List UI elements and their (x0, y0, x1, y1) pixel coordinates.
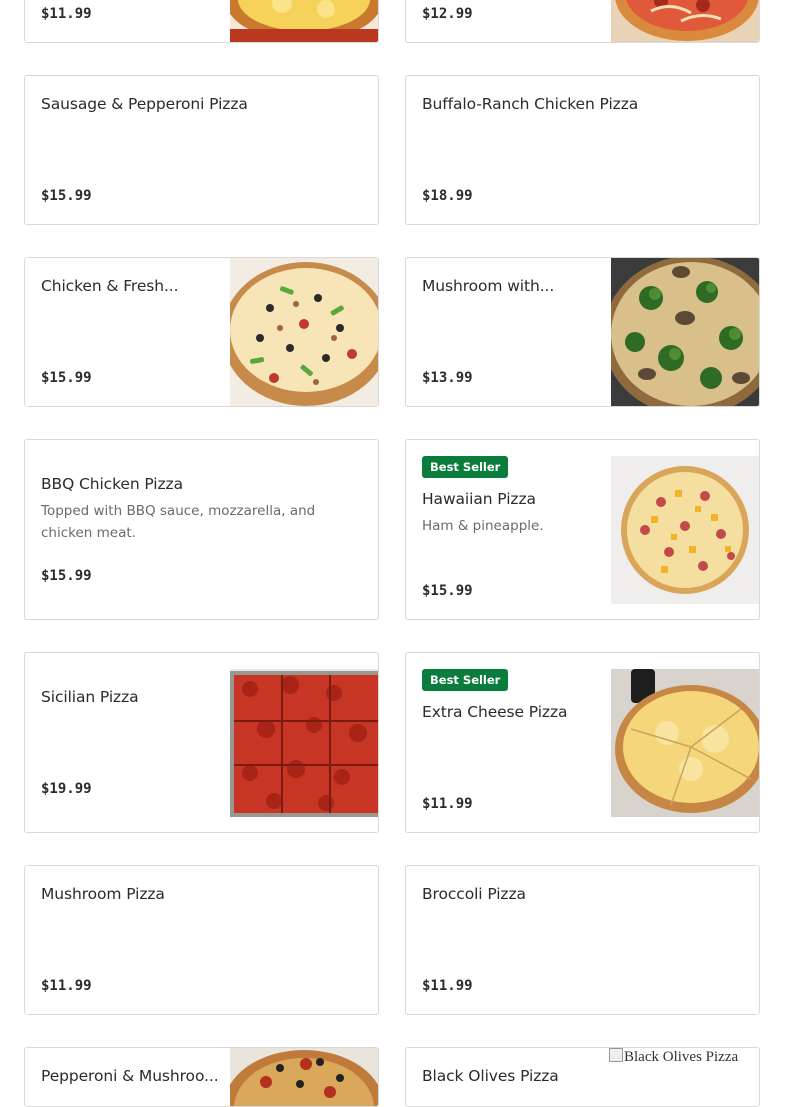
item-name: Buffalo-Ranch Chicken Pizza (422, 95, 639, 113)
item-price: $15.99 (41, 188, 92, 204)
item-name: Mushroom Pizza (41, 885, 165, 903)
item-description: Topped with BBQ sauce, mozzarella, and c… (41, 503, 316, 541)
item-name: Pepperoni & Mushroo... (41, 1067, 219, 1085)
item-price: $18.99 (422, 188, 473, 204)
item-description: Ham & pineapple. (422, 518, 544, 534)
menu-item-card[interactable]: Chicken & Fresh... $15.99 (24, 257, 379, 407)
pizza-image (611, 456, 759, 604)
best-seller-badge: Best Seller (422, 669, 509, 691)
menu-item-card[interactable]: Mushroom Pizza $11.99 (24, 865, 379, 1015)
menu-item-card[interactable]: Best Seller Hawaiian Pizza Ham & pineapp… (405, 439, 760, 620)
item-price: $11.99 (422, 796, 473, 812)
item-name: BBQ Chicken Pizza (41, 475, 183, 493)
item-price: $15.99 (41, 568, 92, 584)
item-price: $11.99 (41, 978, 92, 994)
pizza-image (611, 669, 759, 817)
pizza-image (611, 258, 759, 406)
item-name: Sausage & Pepperoni Pizza (41, 95, 248, 113)
menu-item-card[interactable]: $12.99 (405, 0, 760, 43)
menu-item-card[interactable]: BBQ Chicken Pizza Topped with BBQ sauce,… (24, 439, 379, 620)
pizza-image (230, 0, 378, 42)
pizza-image (230, 669, 378, 817)
item-price: $11.99 (422, 978, 473, 994)
best-seller-badge: Best Seller (422, 456, 509, 478)
item-name: Hawaiian Pizza (422, 490, 536, 508)
item-name: Chicken & Fresh... (41, 277, 179, 295)
menu-item-card[interactable]: Broccoli Pizza $11.99 (405, 865, 760, 1015)
item-name: Broccoli Pizza (422, 885, 526, 903)
item-name: Sicilian Pizza (41, 688, 139, 706)
item-price: $19.99 (41, 781, 92, 797)
menu-item-card[interactable]: Pepperoni & Mushroo... (24, 1047, 379, 1107)
item-price: $11.99 (41, 6, 92, 22)
menu-item-card[interactable]: Black Olives Pizza Black Olives Pizza (405, 1047, 760, 1107)
item-name: Mushroom with... (422, 277, 555, 295)
broken-image-icon (609, 1048, 623, 1062)
pizza-image (230, 1048, 378, 1106)
item-price: $13.99 (422, 370, 473, 386)
item-name: Extra Cheese Pizza (422, 703, 568, 721)
menu-item-card[interactable]: $11.99 (24, 0, 379, 43)
menu-item-card[interactable]: Mushroom with... $13.99 (405, 257, 760, 407)
pizza-image (230, 258, 378, 406)
item-name: Black Olives Pizza (422, 1067, 559, 1085)
pizza-image (611, 0, 759, 42)
menu-item-card[interactable]: Sicilian Pizza $19.99 (24, 652, 379, 833)
menu-item-card[interactable]: Buffalo-Ranch Chicken Pizza $18.99 (405, 75, 760, 225)
item-price: $15.99 (41, 370, 92, 386)
image-alt-text: Black Olives Pizza (624, 1049, 739, 1065)
menu-item-card[interactable]: Best Seller Extra Cheese Pizza $11.99 (405, 652, 760, 833)
broken-image-placeholder: Black Olives Pizza (609, 1048, 759, 1072)
item-price: $15.99 (422, 583, 473, 599)
menu-item-card[interactable]: Sausage & Pepperoni Pizza $15.99 (24, 75, 379, 225)
item-price: $12.99 (422, 6, 473, 22)
